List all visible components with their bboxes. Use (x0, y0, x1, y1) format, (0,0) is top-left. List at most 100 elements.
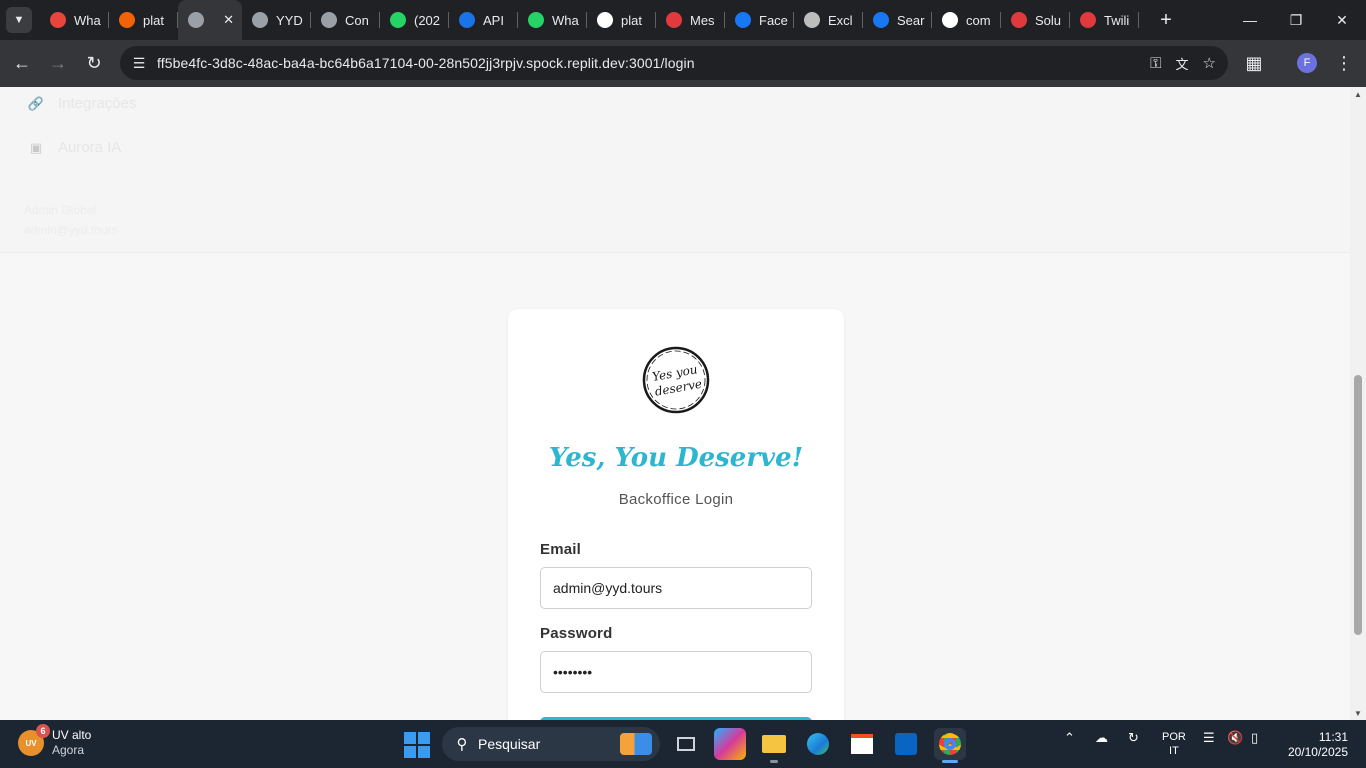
chrome-browser-icon[interactable] (934, 728, 966, 763)
tab-active[interactable]: ✕ (178, 0, 242, 40)
m365-copilot-icon[interactable] (714, 728, 746, 760)
tab-label: Sear (897, 12, 925, 28)
browser-tab[interactable]: Con (311, 0, 380, 40)
close-tab-icon[interactable]: ✕ (223, 12, 234, 28)
sidebar-item-aurora[interactable]: ▣ Aurora IA (28, 139, 122, 156)
restore-button[interactable]: ❐ (1273, 0, 1319, 40)
browser-tab[interactable]: Wha (518, 0, 587, 40)
tab-search-button[interactable]: ▼ (6, 7, 32, 33)
sync-icon[interactable]: ↻ (1128, 730, 1139, 746)
edge-browser-icon[interactable] (802, 728, 834, 760)
scrollbar-thumb[interactable] (1354, 375, 1362, 635)
file-explorer-icon[interactable] (758, 728, 790, 763)
tab-label: Mes (690, 12, 715, 28)
password-key-icon[interactable]: ⚿ (1150, 55, 1161, 72)
tab-label: Con (345, 12, 369, 28)
app-icon (804, 12, 820, 28)
twilio-icon (666, 12, 682, 28)
tab-list: Wha plat ✕ YYD Con (202 API Wha plat Mes Face Excl S… (40, 0, 1139, 40)
tab-label: com (966, 12, 991, 28)
search-icon: ⚲ (456, 736, 468, 753)
tab-label: YYD (276, 12, 303, 28)
tab-label: plat (143, 12, 164, 28)
weather-label: UV alto (52, 728, 92, 742)
search-placeholder: Pesquisar (478, 736, 541, 752)
sidebar-user-name: Admin Global (24, 203, 97, 217)
browser-toolbar: ← → ↻ ☰ ff5be4fc-3d8c-48ac-ba4a-bc64b6a1… (0, 40, 1366, 87)
browser-tab[interactable]: API (449, 0, 518, 40)
sidebar-item-integracoes[interactable]: 🔗 Integrações (28, 95, 136, 112)
extensions-icon[interactable]: ▦ (1236, 46, 1272, 82)
outlook-icon[interactable] (890, 728, 922, 760)
link-icon: 🔗 (27, 95, 45, 111)
site-info-icon[interactable]: ☰ (126, 55, 152, 72)
browser-tab[interactable]: Twili (1070, 0, 1139, 40)
weather-uv-icon: UV 6 (18, 724, 50, 756)
tab-label: Wha (74, 12, 101, 28)
task-view-icon[interactable] (670, 728, 702, 760)
browser-tab[interactable]: Solu (1001, 0, 1070, 40)
browser-tab[interactable]: (202 (380, 0, 449, 40)
whatsapp-icon (528, 12, 544, 28)
yes-you-deserve-logo: Yes you deserve (642, 346, 710, 414)
email-field[interactable] (540, 567, 812, 609)
new-tab-button[interactable]: + (1151, 5, 1181, 35)
battery-icon[interactable]: ▯ (1251, 730, 1258, 746)
scroll-down-arrow-icon[interactable]: ▼ (1350, 706, 1366, 720)
login-subtitle: Backoffice Login (618, 491, 734, 508)
browser-tab[interactable]: Sear (863, 0, 932, 40)
globe-icon (321, 12, 337, 28)
menu-kebab-icon[interactable]: ⋮ (1326, 46, 1362, 82)
browser-tab[interactable]: YYD (242, 0, 311, 40)
sidebar-user-email: admin@yyd.tours (24, 223, 118, 237)
address-bar[interactable]: ☰ ff5be4fc-3d8c-48ac-ba4a-bc64b6a17104-0… (120, 46, 1228, 80)
tab-label: Wha (552, 12, 579, 28)
sidebar-item-label: Aurora IA (58, 139, 122, 156)
browser-tab[interactable]: plat (587, 0, 656, 40)
api-icon (459, 12, 475, 28)
taskbar-search-box[interactable]: ⚲ Pesquisar (442, 727, 660, 761)
microsoft-store-icon[interactable] (846, 728, 878, 760)
show-hidden-icons-chevron-icon[interactable]: ⌃ (1064, 730, 1075, 746)
weather-widget[interactable]: UV 6 UV alto Agora (18, 724, 92, 758)
sidebar-item-label: Integrações (58, 95, 137, 112)
facebook-icon (873, 12, 889, 28)
browser-tab[interactable]: com (932, 0, 1001, 40)
browser-tab[interactable]: Mes (656, 0, 725, 40)
page-viewport: 🔗 Integrações ▣ Aurora IA Admin Global a… (0, 87, 1350, 720)
google-icon (942, 12, 958, 28)
system-clock[interactable]: 11:31 20/10/2025 (1282, 730, 1348, 760)
globe-icon (252, 12, 268, 28)
tab-label: Face (759, 12, 788, 28)
forward-button[interactable]: → (40, 46, 76, 82)
github-icon (597, 12, 613, 28)
wifi-icon[interactable]: ☰ (1203, 730, 1215, 746)
url-text[interactable]: ff5be4fc-3d8c-48ac-ba4a-bc64b6a17104-00-… (157, 55, 695, 71)
close-window-button[interactable]: ✕ (1319, 0, 1365, 40)
volume-muted-icon[interactable]: 🔇 (1227, 730, 1243, 746)
browser-tab[interactable]: Face (725, 0, 794, 40)
replit-icon (119, 12, 135, 28)
twilio-icon (1080, 12, 1096, 28)
onedrive-cloud-icon[interactable]: ☁ (1095, 730, 1108, 746)
browser-tab[interactable]: Excl (794, 0, 863, 40)
password-field[interactable] (540, 651, 812, 693)
brand-title: Yes, You Deserve! (548, 443, 804, 473)
minimize-button[interactable]: — (1227, 0, 1273, 40)
translate-icon[interactable]: 文 (1176, 54, 1189, 73)
input-language-indicator[interactable]: POR IT (1162, 730, 1186, 758)
page-scrollbar[interactable]: ▲ ▼ (1350, 87, 1366, 720)
clock-date: 20/10/2025 (1287, 745, 1348, 759)
back-button[interactable]: ← (4, 46, 40, 82)
windows-start-icon[interactable] (404, 732, 430, 758)
bookmark-star-icon[interactable]: ☆ (1203, 54, 1216, 72)
reload-button[interactable]: ↻ (76, 46, 112, 82)
browser-tab[interactable]: plat (109, 0, 178, 40)
alert-icon (50, 12, 66, 28)
profile-avatar[interactable]: F (1297, 53, 1317, 73)
weather-sub: Agora (52, 743, 85, 757)
browser-tab[interactable]: Wha (40, 0, 109, 40)
tab-label: plat (621, 12, 642, 28)
login-card: Yes you deserve Yes, You Deserve! Backof… (508, 309, 844, 720)
scroll-up-arrow-icon[interactable]: ▲ (1350, 87, 1366, 101)
